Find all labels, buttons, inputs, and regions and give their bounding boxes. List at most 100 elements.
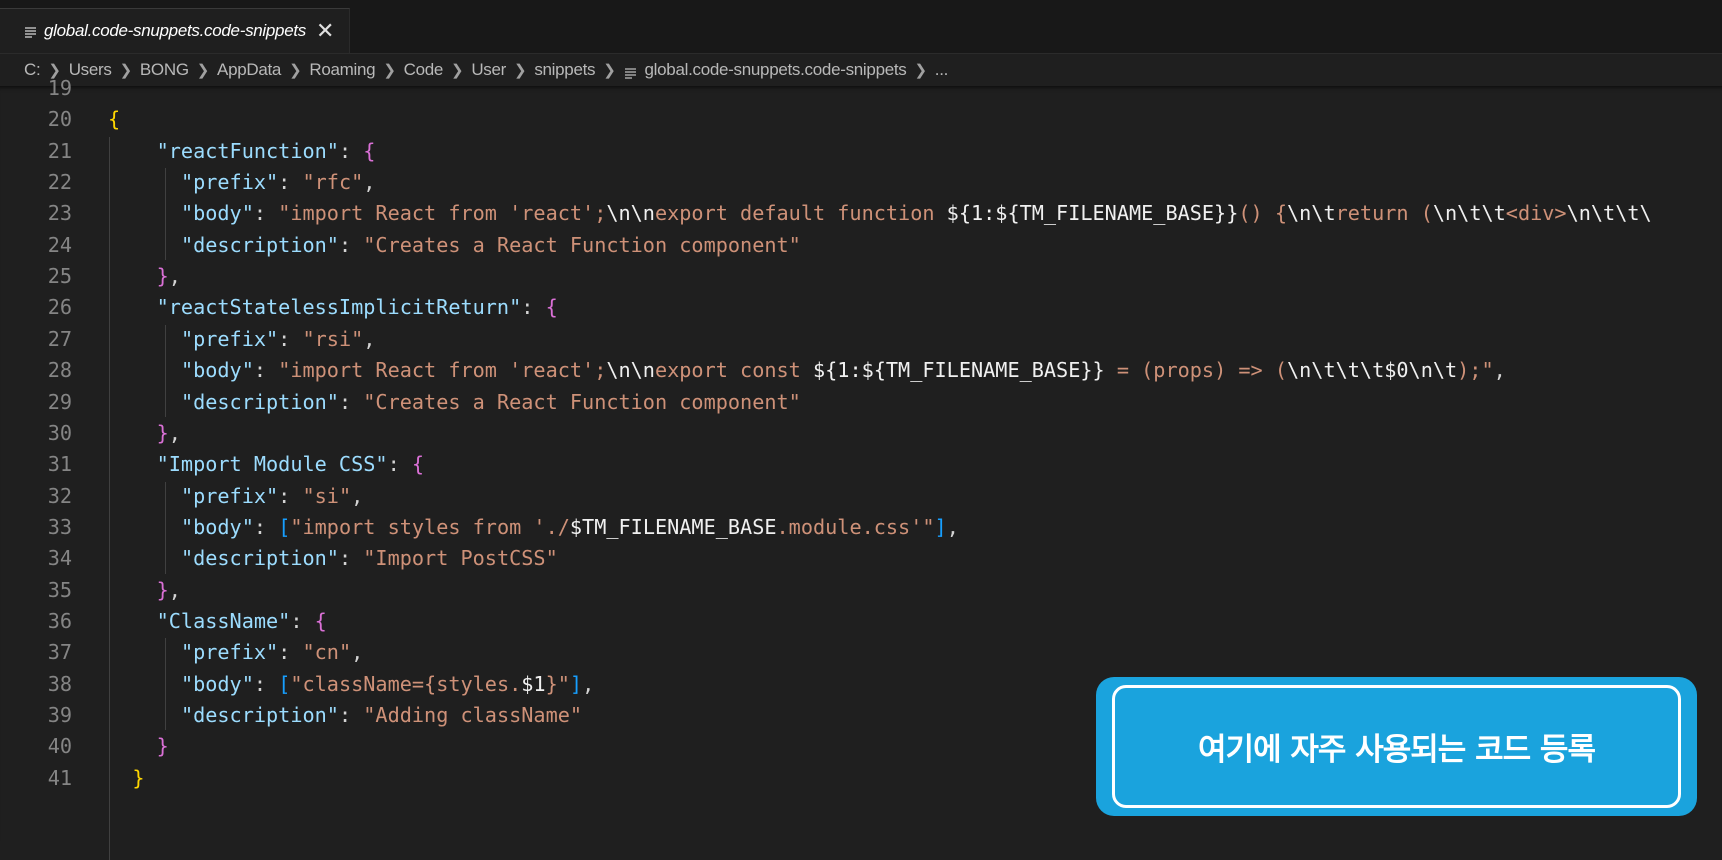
code-token: "Import PostCSS"	[363, 546, 558, 571]
code-token: :	[278, 326, 303, 351]
code-token: "description"	[180, 389, 339, 414]
code-line[interactable]: 21 "reactFunction": {	[0, 136, 1722, 167]
code-token: "description"	[180, 546, 339, 571]
code-token: }	[156, 577, 169, 602]
line-number: 20	[47, 107, 72, 132]
code-line[interactable]: 31 "Import Module CSS": {	[0, 449, 1722, 480]
code-text: "description": "Creates a React Function…	[108, 387, 801, 418]
code-token: $1	[521, 671, 546, 696]
code-token: ,	[363, 170, 376, 195]
line-number: 36	[47, 608, 72, 633]
code-token: ,	[351, 483, 364, 508]
code-token: }	[156, 420, 169, 445]
line-number: 28	[47, 358, 72, 383]
code-line[interactable]: 30 },	[0, 418, 1722, 449]
line-number: 31	[47, 452, 72, 477]
code-token: "reactFunction"	[156, 138, 339, 163]
code-token: = (props) => (	[1104, 358, 1287, 383]
line-number: 33	[47, 514, 72, 539]
code-token: "description"	[180, 703, 339, 727]
code-line[interactable]: 23 "body": "import React from 'react';\n…	[0, 198, 1722, 229]
tab-title: global.code-snuppets.code-snippets	[44, 21, 306, 40]
code-token: :	[278, 640, 303, 665]
code-token: {	[545, 295, 558, 320]
lines-file-icon	[24, 25, 37, 38]
code-token: () {	[1238, 201, 1287, 226]
code-token: export default function	[654, 201, 947, 226]
code-token: {	[108, 107, 121, 132]
code-line[interactable]: 28 "body": "import React from 'react';\n…	[0, 355, 1722, 386]
code-line[interactable]: 36 "ClassName": {	[0, 606, 1722, 637]
code-token: :	[278, 483, 303, 508]
code-token: ,	[168, 264, 181, 289]
code-text: "body": "import React from 'react';\n\ne…	[108, 198, 1652, 229]
code-line[interactable]: 19	[0, 73, 1722, 104]
code-token: ,	[168, 420, 181, 445]
code-line[interactable]: 25 },	[0, 261, 1722, 292]
code-token: "prefix"	[180, 640, 279, 665]
tab-bar: global.code-snuppets.code-snippets ✕	[0, 0, 1722, 54]
line-number: 21	[47, 138, 72, 163]
code-line[interactable]: 37 "prefix": "cn",	[0, 637, 1722, 668]
tab-snippets-file[interactable]: global.code-snuppets.code-snippets ✕	[0, 8, 350, 53]
code-token: "rsi"	[302, 326, 364, 351]
code-token: "import React from 'react';	[278, 201, 607, 226]
code-token: :	[253, 671, 279, 696]
code-token: [	[278, 514, 291, 539]
code-text: "reactStatelessImplicitReturn": {	[108, 292, 558, 323]
code-token: {	[314, 608, 327, 633]
code-line[interactable]: 26 "reactStatelessImplicitReturn": {	[0, 292, 1722, 323]
code-token: "Adding className"	[363, 703, 583, 727]
code-token: \n\t\t\t$0\n\t	[1287, 358, 1458, 383]
code-token: "body"	[180, 358, 254, 383]
code-line[interactable]: 20 {	[0, 104, 1722, 135]
code-line[interactable]: 33 "body": ["import styles from './$TM_F…	[0, 512, 1722, 543]
code-text: },	[108, 418, 181, 449]
close-icon[interactable]: ✕	[316, 20, 334, 42]
code-text: "body": ["import styles from './$TM_FILE…	[108, 512, 959, 543]
code-token: [	[278, 671, 291, 696]
code-token: :	[253, 201, 279, 226]
line-number: 27	[47, 326, 72, 351]
code-line[interactable]: 35 },	[0, 575, 1722, 606]
code-line[interactable]: 32 "prefix": "si",	[0, 481, 1722, 512]
code-token: "prefix"	[180, 170, 279, 195]
code-token: }	[156, 264, 169, 289]
code-text: {	[108, 104, 120, 135]
code-text: "prefix": "cn",	[108, 637, 363, 668]
callout-border: 여기에 자주 사용되는 코드 등록	[1112, 685, 1681, 808]
code-token: :	[338, 138, 364, 163]
code-token: \n\t\t\	[1566, 201, 1652, 226]
line-number: 22	[47, 170, 72, 195]
code-text: "description": "Import PostCSS"	[108, 543, 558, 574]
code-line[interactable]: 34 "description": "Import PostCSS"	[0, 543, 1722, 574]
code-token: }	[156, 734, 169, 759]
code-token: :	[290, 608, 315, 633]
code-token: "prefix"	[180, 326, 279, 351]
code-token: :	[338, 232, 364, 257]
code-text: "description": "Creates a React Function…	[108, 230, 801, 261]
code-token: "Creates a React Function component"	[363, 232, 801, 257]
code-line[interactable]: 29 "description": "Creates a React Funct…	[0, 387, 1722, 418]
code-line[interactable]: 22 "prefix": "rfc",	[0, 167, 1722, 198]
code-token: "body"	[180, 201, 254, 226]
code-line[interactable]: 24 "description": "Creates a React Funct…	[0, 230, 1722, 261]
code-token: "description"	[180, 232, 339, 257]
code-text: "prefix": "rfc",	[108, 167, 375, 198]
code-line[interactable]: 27 "prefix": "rsi",	[0, 324, 1722, 355]
code-token: ,	[582, 671, 595, 696]
code-token: ]	[569, 671, 583, 696]
